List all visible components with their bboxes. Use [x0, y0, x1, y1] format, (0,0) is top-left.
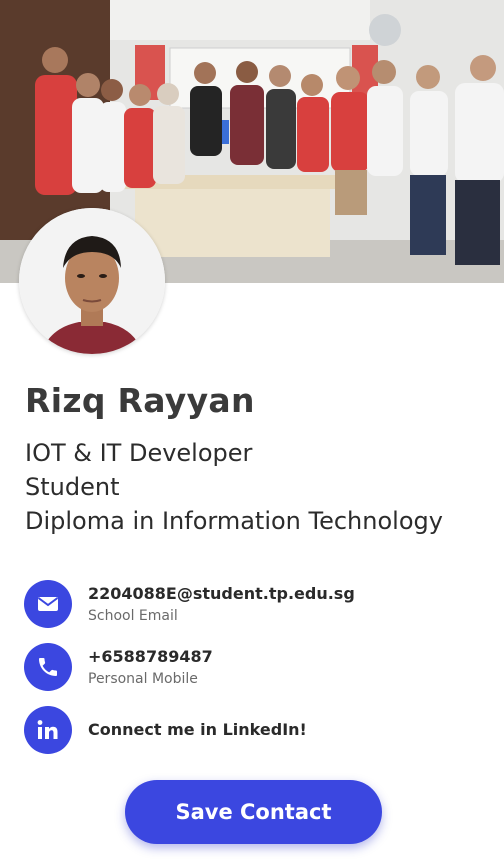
- email-icon-badge[interactable]: [24, 580, 72, 628]
- phone-value[interactable]: +6588789487: [88, 647, 213, 666]
- title-role: IOT & IT Developer: [25, 439, 253, 467]
- contact-email[interactable]: 2204088E@student.tp.edu.sg School Email: [24, 580, 484, 628]
- email-icon: [37, 597, 59, 611]
- contact-card: Rizq Rayyan IOT & IT Developer Student D…: [0, 0, 504, 861]
- profile-photo-image: [19, 208, 165, 354]
- phone-icon-badge[interactable]: [24, 643, 72, 691]
- contact-phone[interactable]: +6588789487 Personal Mobile: [24, 643, 484, 691]
- linkedin-icon-badge[interactable]: [24, 706, 72, 754]
- profile-titles: IOT & IT Developer Student Diploma in In…: [25, 436, 495, 538]
- title-status: Student: [25, 473, 120, 501]
- linkedin-icon: [37, 720, 58, 739]
- phone-icon: [39, 658, 57, 676]
- profile-avatar: [19, 208, 165, 354]
- contact-linkedin[interactable]: Connect me in LinkedIn!: [24, 706, 484, 754]
- save-contact-button[interactable]: Save Contact: [125, 780, 382, 844]
- phone-label: Personal Mobile: [88, 671, 198, 687]
- email-label: School Email: [88, 608, 178, 624]
- profile-name: Rizq Rayyan: [25, 381, 255, 420]
- title-course: Diploma in Information Technology: [25, 507, 443, 535]
- email-value[interactable]: 2204088E@student.tp.edu.sg: [88, 584, 355, 603]
- linkedin-link[interactable]: Connect me in LinkedIn!: [88, 720, 307, 739]
